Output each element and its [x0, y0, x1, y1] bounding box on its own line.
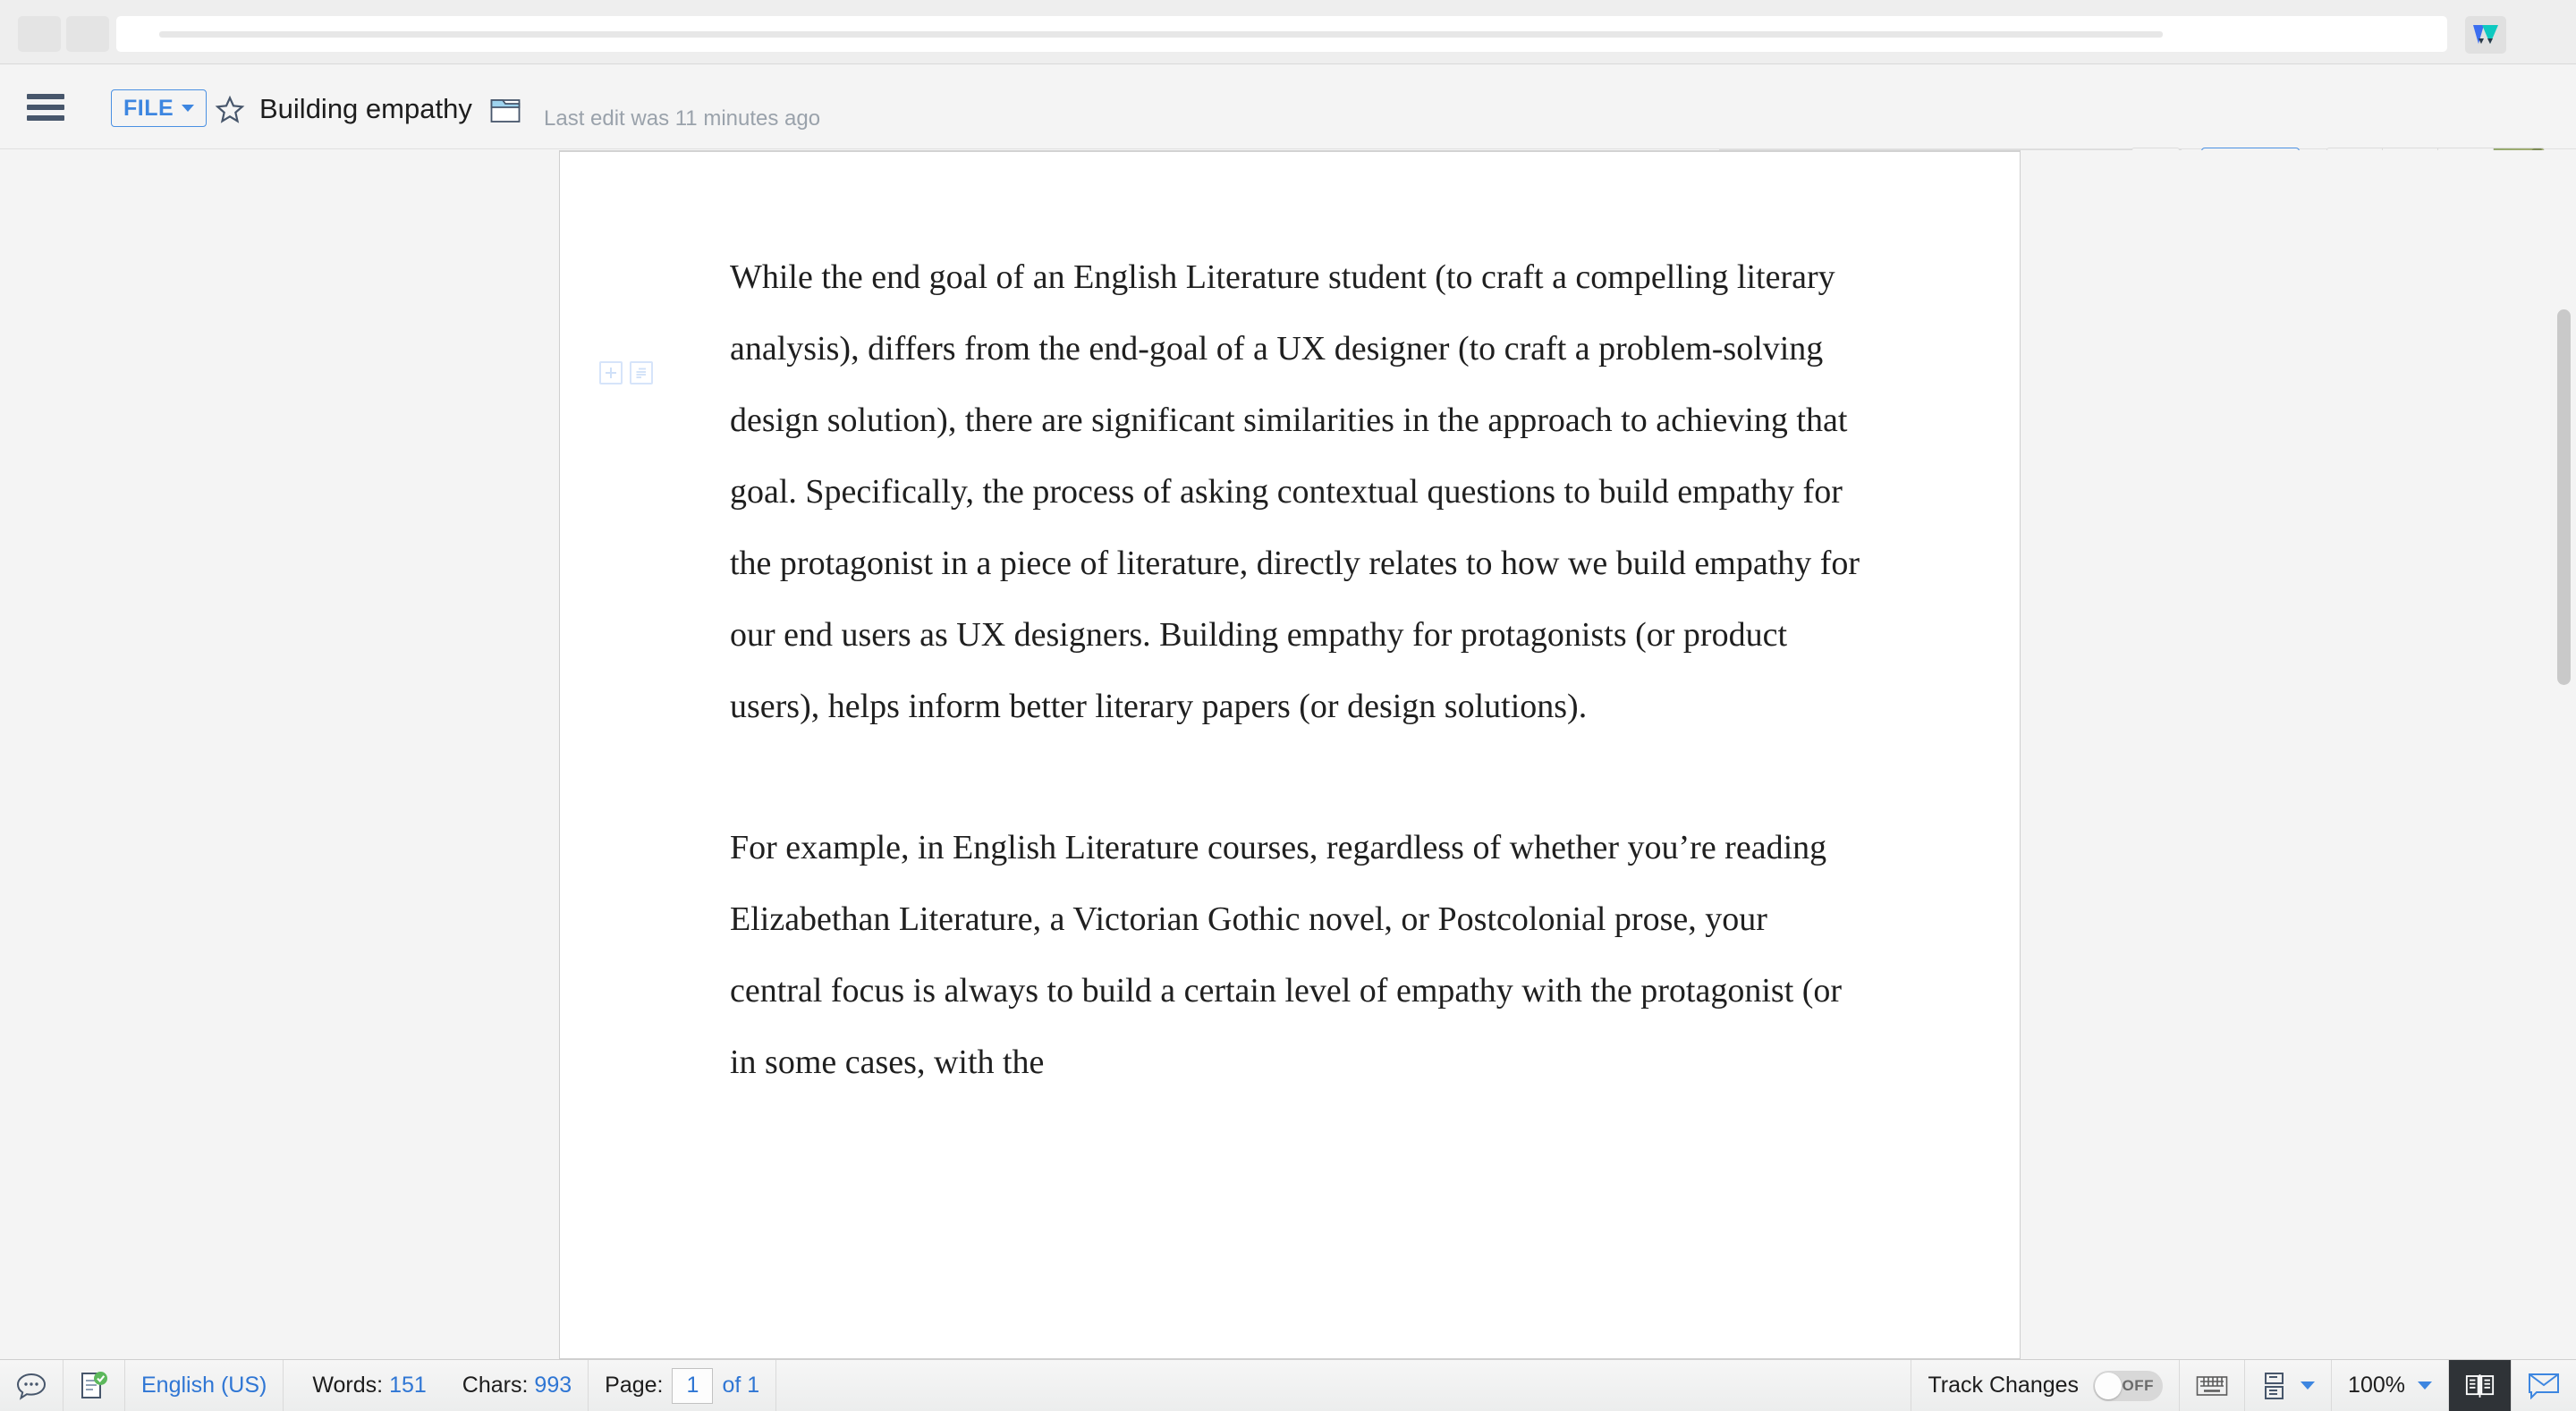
- track-changes-switch[interactable]: OFF: [2093, 1370, 2164, 1401]
- address-bar-text: [159, 31, 2163, 38]
- reading-view-glyph: [2465, 1373, 2495, 1398]
- page-title[interactable]: Building empathy: [259, 93, 472, 125]
- folder-glyph: [490, 99, 521, 123]
- chars-label: Chars:: [462, 1373, 529, 1398]
- chevron-down-icon: [2418, 1381, 2432, 1390]
- zoom-value: 100%: [2348, 1373, 2405, 1398]
- nav-back-placeholder[interactable]: [18, 16, 61, 52]
- words-count: Words: 151: [306, 1373, 426, 1398]
- paragraph-handles: [599, 361, 653, 384]
- app-header: FILE Building empathy Last edit was 11 m…: [0, 64, 2576, 196]
- comments-icon[interactable]: [0, 1360, 64, 1411]
- message-envelope-icon[interactable]: [2512, 1360, 2576, 1411]
- status-bar-spacer: [776, 1360, 1912, 1411]
- add-block-icon[interactable]: [599, 361, 623, 384]
- chevron-down-icon: [182, 105, 195, 112]
- plus-glyph: [606, 368, 616, 378]
- chars-count: Chars: 993: [456, 1373, 572, 1398]
- file-menu-button[interactable]: FILE: [111, 89, 208, 127]
- words-label: Words:: [312, 1373, 384, 1398]
- message-glyph: [2529, 1373, 2559, 1399]
- page-navigator: Page: of 1: [589, 1360, 777, 1411]
- paragraph[interactable]: While the end goal of an English Literat…: [730, 241, 1866, 742]
- w-logo-icon[interactable]: [2465, 16, 2506, 54]
- status-bar: English (US) Words:151 Chars:993 Page: o…: [0, 1359, 2576, 1411]
- chevron-down-icon: [2301, 1381, 2316, 1390]
- text-lines-glyph: [636, 368, 646, 378]
- zoom-selector[interactable]: 100%: [2332, 1360, 2449, 1411]
- language-label: English (US): [141, 1373, 267, 1398]
- page-total-label: of 1: [722, 1373, 760, 1398]
- star-glyph: [215, 95, 245, 123]
- document-body[interactable]: While the end goal of an English Literat…: [730, 241, 1866, 1168]
- hamburger-menu-icon[interactable]: [27, 94, 64, 121]
- comments-glyph: [16, 1373, 47, 1400]
- w-logo-glyph: [2473, 25, 2498, 44]
- nav-forward-placeholder[interactable]: [66, 16, 109, 52]
- spellcheck-glyph: [81, 1371, 107, 1398]
- last-edit-status: Last edit was 11 minutes ago: [544, 106, 821, 131]
- toggle-knob: [2095, 1372, 2123, 1399]
- vertical-scrollbar-thumb[interactable]: [2557, 309, 2571, 685]
- document-page[interactable]: While the end goal of an English Literat…: [559, 150, 2021, 1359]
- vertical-scrollbar-track[interactable]: [2553, 150, 2576, 1359]
- reading-view-icon[interactable]: [2449, 1360, 2512, 1411]
- page-number-input[interactable]: [672, 1367, 714, 1404]
- folder-icon[interactable]: [490, 97, 521, 128]
- page-label: Page:: [605, 1373, 664, 1398]
- paragraph-block-icon[interactable]: [630, 361, 653, 384]
- spellcheck-ok-icon[interactable]: [64, 1360, 125, 1411]
- page-layout-selector[interactable]: [2245, 1360, 2333, 1411]
- browser-chrome: [0, 0, 2576, 64]
- page-layout-icon: [2265, 1372, 2284, 1399]
- toggle-state-label: OFF: [2122, 1376, 2155, 1394]
- track-changes-toggle[interactable]: Track Changes OFF: [1911, 1360, 2181, 1411]
- words-value: 151: [389, 1373, 427, 1398]
- keyboard-glyph: [2196, 1375, 2228, 1396]
- word-count-group: Words: 151 Chars: 993: [284, 1360, 589, 1411]
- track-changes-label: Track Changes: [1928, 1373, 2080, 1398]
- keyboard-shortcuts-icon[interactable]: [2180, 1360, 2246, 1411]
- chars-value: 993: [534, 1373, 572, 1398]
- address-bar[interactable]: [116, 16, 2447, 52]
- browser-chrome-inner: [11, 7, 2569, 57]
- star-icon[interactable]: [215, 95, 245, 129]
- language-selector[interactable]: English (US): [125, 1360, 284, 1411]
- paragraph[interactable]: For example, in English Literature cours…: [730, 812, 1866, 1098]
- file-menu-label: FILE: [123, 95, 174, 121]
- document-canvas[interactable]: While the end goal of an English Literat…: [0, 150, 2576, 1359]
